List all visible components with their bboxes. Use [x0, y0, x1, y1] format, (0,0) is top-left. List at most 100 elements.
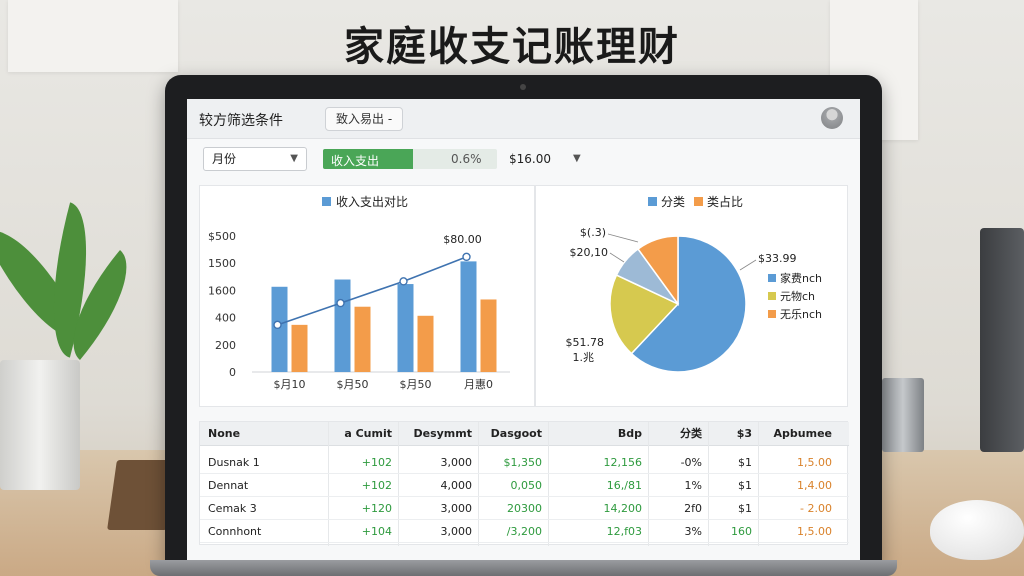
table-cell: 1,4.00 [797, 479, 832, 492]
pie-legend-label: 无乐nch [780, 308, 822, 321]
filter-row: 月份 ▼ 收入支出 0.6% $16.00 ▼ [187, 143, 860, 183]
pie-legend-swatch [768, 274, 776, 282]
table-cell: 3,000 [440, 502, 473, 515]
table-header-cell[interactable]: None [208, 422, 328, 446]
bar-orange [480, 299, 497, 372]
trend-line [277, 256, 467, 326]
trend-point [336, 298, 345, 308]
trend-point [399, 277, 408, 286]
table-cell: +120 [361, 502, 392, 515]
bar-blue [334, 279, 351, 372]
callout-line [609, 252, 625, 263]
speaker [980, 228, 1024, 452]
pie-legend-label: 元物ch [780, 289, 815, 303]
table-row[interactable]: Cemak 3 +120 3,000 20300 14,200 2f0 $1 - 2.00 [200, 498, 849, 520]
chevron-down-icon: ▼ [290, 153, 298, 164]
table-cell: Dusnak 1 [208, 456, 260, 469]
pie-callout: $20,10 [570, 246, 609, 259]
pie-callout: $33.99 [758, 252, 797, 265]
bar-orange [354, 306, 371, 372]
y-tick-label: 1500 [208, 257, 236, 270]
pie-legend-swatch [768, 310, 776, 318]
income-expense-button[interactable]: 致入易出 - [325, 107, 404, 131]
table-cell: 20300 [507, 502, 542, 515]
table-cell: /3,200 [506, 525, 542, 538]
trend-point [462, 252, 471, 262]
x-tick-label: $月10 [274, 378, 306, 391]
pen-cup [882, 378, 924, 452]
table-cell: +102 [361, 479, 392, 492]
table-cell: 12,f03 [606, 525, 642, 538]
table-cell: $1 [738, 479, 752, 492]
table-cell: Connhont [208, 525, 262, 538]
legend-swatch [648, 197, 657, 206]
table-cell: 14,200 [603, 502, 643, 515]
y-tick-label: 200 [215, 339, 236, 352]
pie-chart-panel: 分类 类占比 $(.3) $20,10 $33.99 $51.78 1.兆 家费nch 元物ch… [535, 185, 848, 407]
progress-label: 收入支出 [331, 154, 380, 168]
chevron-down-icon[interactable]: ▼ [573, 153, 581, 164]
table-header-cell[interactable]: a Cumit [328, 422, 398, 446]
income-expense-progress: 收入支出 0.6% [323, 149, 497, 169]
y-tick-label: 1600 [208, 284, 236, 297]
table-cell: Cemak 3 [208, 502, 257, 515]
amount-select-value[interactable]: $16.00 [509, 152, 551, 166]
pie-callout: $(.3) [580, 226, 606, 239]
table-header-cell[interactable]: Apbumee [758, 422, 838, 446]
toolbar: 较方筛选条件 致入易出 - [187, 99, 860, 139]
table-cell: +102 [361, 456, 392, 469]
filter-title: 较方筛选条件 [199, 113, 283, 129]
pie-legend-label: 家费nch [780, 271, 822, 285]
table-cell: $1 [738, 456, 752, 469]
month-select-value: 月份 [212, 152, 237, 166]
table-cell: 3,000 [440, 525, 473, 538]
legend-label: 收入支出对比 [336, 195, 408, 209]
legend-swatch [322, 197, 331, 206]
pie-callout: $51.78 [566, 336, 605, 349]
table-cell: 3% [684, 525, 702, 538]
table-cell: $1 [738, 502, 752, 515]
pie-chart: 分类 类占比 $(.3) $20,10 $33.99 $51.78 1.兆 家费nch 元物ch… [566, 194, 822, 373]
table-cell: 1,5.00 [797, 525, 832, 538]
page-title: 家庭收支记账理财 [344, 24, 680, 70]
plant-pot [0, 360, 80, 490]
x-tick-label: $月50 [337, 378, 369, 391]
table-row[interactable]: Dennat +102 4,000 0,050 16,/81 1% $1 1,4.00 [200, 475, 849, 497]
month-select[interactable]: 月份 ▼ [203, 147, 307, 171]
bar-orange [291, 324, 308, 372]
table-row[interactable]: Dusnak 1 +102 3,000 $1,350 12,156 -0% $1 1,5.00 [200, 452, 849, 474]
table-cell: - 2.00 [800, 502, 832, 515]
y-tick-label: 400 [215, 312, 236, 325]
y-tick-label: $500 [208, 230, 236, 243]
y-tick-label: 0 [229, 366, 236, 379]
user-avatar[interactable] [821, 107, 843, 129]
camera-icon [520, 84, 526, 90]
bar-chart: 收入支出对比 0 200 400 1600 1500 $500 $月10 $月50 $月50 月惠0… [208, 195, 510, 391]
table-cell: 0,050 [510, 479, 543, 492]
table-header-cell[interactable]: Bdp [548, 422, 648, 446]
bar-orange [417, 315, 434, 372]
table-cell: 2f0 [684, 502, 702, 515]
table-cell: 4,000 [440, 479, 473, 492]
legend-label: 分类 [661, 195, 685, 209]
table-cell: 160 [731, 525, 752, 538]
table-header-cell[interactable]: Dasgoot [478, 422, 548, 446]
x-tick-label: $月50 [400, 378, 432, 391]
table-cell: 1,5.00 [797, 456, 832, 469]
bar-blue [271, 286, 288, 372]
trend-point [273, 320, 282, 330]
table-row[interactable]: Connhont +104 3,000/3,200 12,f03 3% 160 1,5.00 [200, 521, 849, 543]
computer-mouse [930, 500, 1024, 560]
bar-chart-panel: 收入支出对比 0 200 400 1600 1500 $500 $月10 $月50 $月50 月惠0… [199, 185, 535, 407]
laptop-base [150, 560, 897, 576]
table-cell: 12,156 [603, 456, 643, 469]
pie-legend-swatch [768, 292, 776, 300]
table-header-cell[interactable]: 分类 [648, 422, 708, 446]
legend-label: 类占比 [707, 194, 743, 209]
table-header: None a Cumit Desymmt Dasgoot Bdp 分类 $3 Apbumee [200, 422, 849, 446]
data-table: None a Cumit Desymmt Dasgoot Bdp 分类 $3 Apbumee … [199, 421, 849, 546]
laptop: 较方筛选条件 致入易出 - 月份 ▼ 收入支出 0.6% $16.00 ▼ 收入… [165, 75, 882, 565]
table-header-cell[interactable]: $3 [708, 422, 758, 446]
table-header-cell[interactable]: Desymmt [398, 422, 478, 446]
table-cell: $1,350 [503, 456, 543, 469]
